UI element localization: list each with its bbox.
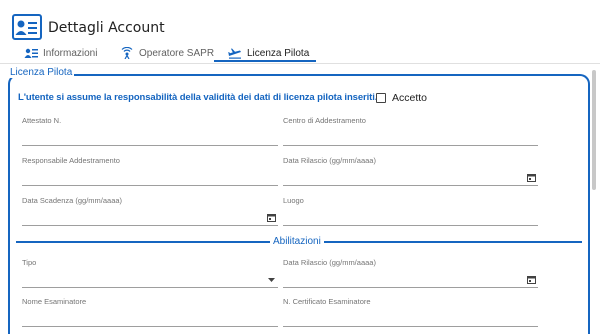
abilitazione-data-rilascio-field[interactable]: Data Rilascio (gg/mm/aaaa): [283, 258, 538, 288]
attestato-field[interactable]: Attestato N.: [22, 116, 278, 146]
list-person-icon: [24, 48, 38, 58]
nome-esaminatore-field[interactable]: Nome Esaminatore: [22, 297, 278, 327]
field-underline: [22, 145, 278, 146]
responsabile-addestramento-field[interactable]: Responsabile Addestramento: [22, 156, 278, 186]
field-underline: [22, 287, 278, 288]
tipo-select[interactable]: Tipo: [22, 258, 278, 288]
calendar-icon[interactable]: [527, 173, 536, 182]
field-underline: [283, 287, 538, 288]
tab-informazioni[interactable]: Informazioni: [24, 42, 97, 64]
field-underline: [283, 145, 538, 146]
calendar-icon[interactable]: [527, 275, 536, 284]
field-underline: [283, 185, 538, 186]
drone-signal-icon: [121, 47, 133, 59]
page-header: Dettagli Account: [0, 0, 600, 44]
field-label: Data Rilascio (gg/mm/aaaa): [283, 258, 376, 267]
field-label: Data Rilascio (gg/mm/aaaa): [283, 156, 376, 165]
abilitazioni-legend: Abilitazioni: [270, 236, 324, 247]
field-label: Data Scadenza (gg/mm/aaaa): [22, 196, 123, 205]
tab-operatore-sapr[interactable]: Operatore SAPR: [120, 42, 214, 64]
luogo-field[interactable]: Luogo: [283, 196, 538, 226]
checkbox-box[interactable]: [376, 93, 386, 103]
field-underline: [22, 185, 278, 186]
tab-bar: Informazioni Operatore SAPR Licenza Pilo…: [0, 42, 600, 64]
dropdown-arrow-icon[interactable]: [267, 275, 276, 284]
field-underline: [283, 225, 538, 226]
data-rilascio-field[interactable]: Data Rilascio (gg/mm/aaaa): [283, 156, 538, 186]
field-label: Nome Esaminatore: [22, 297, 87, 306]
centro-addestramento-field[interactable]: Centro di Addestramento: [283, 116, 538, 146]
field-label: Tipo: [22, 258, 37, 267]
calendar-icon[interactable]: [267, 213, 276, 222]
certificato-esaminatore-field[interactable]: N. Certificato Esaminatore: [283, 297, 538, 327]
account-card-icon: [12, 14, 42, 40]
field-label: Responsabile Addestramento: [22, 156, 120, 165]
accept-checkbox[interactable]: Accetto: [376, 92, 427, 104]
active-tab-indicator: [214, 60, 316, 62]
tab-label: Informazioni: [43, 47, 98, 59]
data-scadenza-field[interactable]: Data Scadenza (gg/mm/aaaa): [22, 196, 278, 226]
field-label: Luogo: [283, 196, 304, 205]
field-label: Attestato N.: [22, 116, 62, 125]
tab-label: Operatore SAPR: [139, 47, 215, 59]
tab-label: Licenza Pilota: [247, 47, 310, 59]
field-label: N. Certificato Esaminatore: [283, 297, 371, 306]
responsibility-notice: L'utente si assume la responsabilità del…: [18, 92, 378, 103]
field-underline: [283, 326, 538, 327]
scrollbar[interactable]: [592, 70, 596, 190]
field-label: Centro di Addestramento: [283, 116, 366, 125]
accept-label: Accetto: [392, 92, 428, 104]
field-underline: [22, 326, 278, 327]
page-title: Dettagli Account: [48, 20, 165, 36]
field-underline: [22, 225, 278, 226]
section-legend: Licenza Pilota: [8, 67, 75, 78]
plane-icon: [228, 48, 241, 59]
